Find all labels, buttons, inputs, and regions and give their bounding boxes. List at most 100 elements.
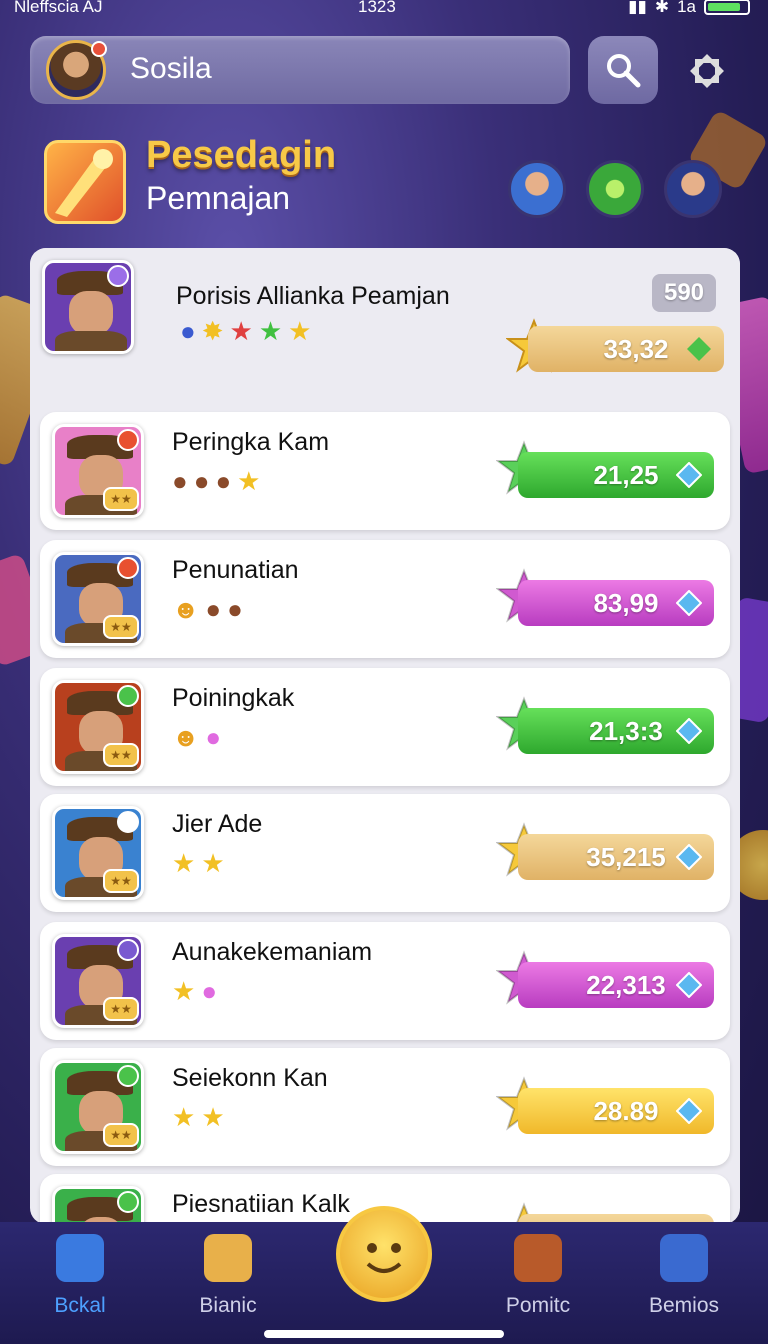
bottom-nav: Bckal Bianic Pomitc Bemios <box>0 1206 768 1344</box>
status-bar: Nleffscia AJ 1323 ▮▮ ✱ 1a <box>0 0 768 22</box>
level-badge: ★★ <box>103 615 139 639</box>
home-indicator[interactable] <box>264 1330 504 1338</box>
battery-icon <box>704 0 750 15</box>
settings-button[interactable] <box>682 44 732 98</box>
search-value: Sosila <box>130 52 212 85</box>
player-avatar: ★★ <box>52 934 144 1028</box>
player-name: Piesnatiian Kalk <box>172 1190 350 1218</box>
player-avatar: ★★ <box>52 1060 144 1154</box>
page-subtitle: Pemnajan <box>146 180 291 216</box>
character-icon: ● <box>172 466 188 496</box>
smiley-icon: ☻ <box>172 722 200 752</box>
nav-label: Bemios <box>648 1294 720 1317</box>
reward-icons: ★ ★ <box>172 1102 225 1133</box>
friend-avatar[interactable] <box>664 160 722 218</box>
list-item[interactable]: ★★ Peringka Kam ● ● ● ★ 21,25 <box>40 412 730 530</box>
top-entry[interactable]: Porisis Allianka Peamjan ● ✸ ★ ★ ★ 590 3… <box>30 248 740 398</box>
score-value: 22,313 <box>586 969 666 1000</box>
character-icon: ● <box>205 594 222 624</box>
search-button[interactable] <box>588 36 658 104</box>
player-avatar <box>42 260 134 354</box>
notification-dot <box>117 557 139 579</box>
level-badge: ★★ <box>103 997 139 1021</box>
notification-dot <box>117 685 139 707</box>
carrier-label: Nleffscia AJ <box>14 0 103 16</box>
star-icon: ★ <box>201 1102 225 1132</box>
level-badge: ★★ <box>103 487 139 511</box>
list-item[interactable]: ★★ Seiekonn Kan ★ ★ 28.89 <box>40 1048 730 1166</box>
refresh-icon <box>514 1234 562 1282</box>
character-icon: ● <box>227 594 243 624</box>
player-name: Peringka Kam <box>172 428 330 456</box>
nav-item-profile[interactable]: Bemios <box>634 1234 734 1318</box>
page-title: Pesedagin <box>146 134 337 176</box>
app-logo <box>44 140 126 224</box>
reward-icons: ● ✸ ★ ★ ★ <box>180 316 311 347</box>
reward-icons: ☻ ● <box>172 722 221 753</box>
score-pill: 21,25 <box>518 452 714 498</box>
nav-item-refresh[interactable]: Pomitc <box>488 1234 588 1318</box>
nav-item-home[interactable]: Bckal <box>30 1234 130 1318</box>
center-mascot-button[interactable] <box>336 1206 432 1302</box>
player-name: Poiningkak <box>172 684 295 712</box>
status-icons: ▮▮ ✱ 1a <box>628 0 750 17</box>
character-icon: ● <box>215 466 232 496</box>
nav-label: Bckal <box>54 1294 106 1317</box>
player-name: Penunatian <box>172 556 299 584</box>
battery-label: 1a <box>677 0 696 16</box>
score-value: 83,99 <box>593 587 659 618</box>
gem-icon <box>676 718 702 744</box>
smiley-icon <box>366 1243 402 1273</box>
score-pill: 21,3:3 <box>518 708 714 754</box>
score-value: 33,32 <box>603 333 669 364</box>
score-value: 21,3:3 <box>589 715 663 746</box>
player-avatar: ★★ <box>52 424 144 518</box>
notification-dot <box>117 1191 139 1213</box>
friend-avatar[interactable] <box>508 160 566 218</box>
star-icon: ★ <box>172 1102 196 1132</box>
search-icon <box>607 54 641 88</box>
notification-dot <box>117 939 139 961</box>
gem-icon <box>676 972 702 998</box>
score-pill: 33,32 <box>528 326 724 372</box>
list-item[interactable]: ★★ Penunatian ☻ ● ● 83,99 <box>40 540 730 658</box>
list-item[interactable]: ★★ Jier Ade ★ ★ 35,215 <box>40 794 730 912</box>
player-name: Porisis Allianka Peamjan <box>176 282 450 310</box>
star-icon: ★ <box>258 316 283 346</box>
blob-icon: ● <box>201 976 218 1006</box>
reward-icons: ● ● ● ★ <box>172 466 260 497</box>
score-value: 21,25 <box>593 459 659 490</box>
nav-label: Bianic <box>199 1294 257 1317</box>
leaderboard-panel: Porisis Allianka Peamjan ● ✸ ★ ★ ★ 590 3… <box>30 248 740 1224</box>
star-icon: ★ <box>229 316 253 346</box>
smiley-icon: ☻ <box>172 594 200 624</box>
gem-icon <box>676 590 702 616</box>
friend-avatar[interactable] <box>586 160 644 218</box>
reward-icons: ★ ● <box>172 976 217 1007</box>
search-input[interactable]: Sosila <box>30 36 570 104</box>
blob-icon: ● <box>205 722 222 752</box>
rank-badge: 590 <box>652 274 716 312</box>
score-pill: 83,99 <box>518 580 714 626</box>
nav-label: Pomitc <box>505 1294 571 1317</box>
star-icon: ★ <box>201 848 225 878</box>
gem-icon <box>687 337 711 361</box>
notification-dot <box>91 41 107 57</box>
gem-icon <box>676 1098 702 1124</box>
notification-dot <box>117 811 139 833</box>
signal-icon: ▮▮ <box>628 0 647 16</box>
list-item[interactable]: ★★ Aunakekemaniam ★ ● 22,313 <box>40 922 730 1040</box>
reward-icons: ★ ★ <box>172 848 225 879</box>
score-value: 35,215 <box>586 841 666 872</box>
home-icon <box>56 1234 104 1282</box>
player-avatar: ★★ <box>52 806 144 900</box>
avatar[interactable] <box>46 40 107 100</box>
star-icon: ★ <box>237 466 261 496</box>
score-pill: 22,313 <box>518 962 714 1008</box>
character-icon: ● <box>193 466 210 496</box>
character-icon: ● <box>180 316 196 346</box>
list-item[interactable]: ★★ Poiningkak ☻ ● 21,3:3 <box>40 668 730 786</box>
player-name: Aunakekemaniam <box>172 938 373 966</box>
nav-item-shop[interactable]: Bianic <box>178 1234 278 1318</box>
player-avatar: ★★ <box>52 552 144 646</box>
